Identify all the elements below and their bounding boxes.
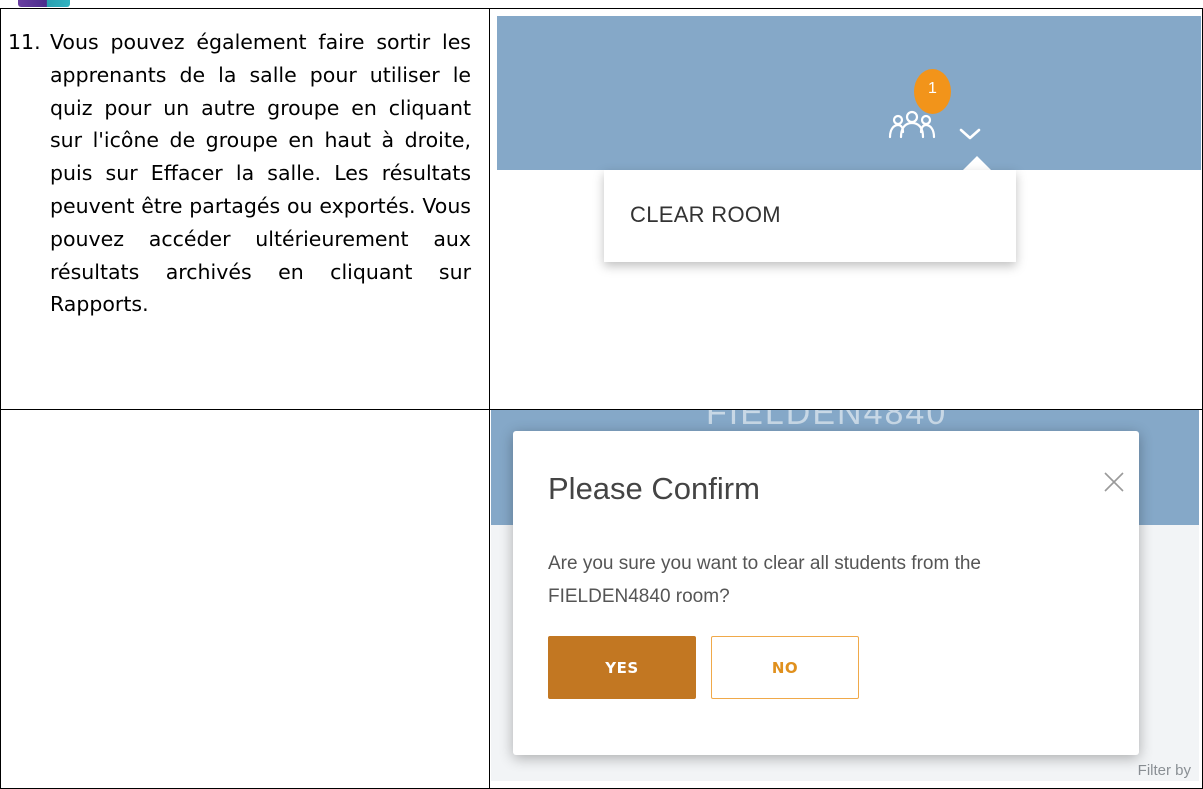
- screenshot-cell: 1 CLEAR ROOM: [489, 8, 1203, 410]
- header-bar: [497, 16, 1201, 170]
- instruction-table: 11. Vous pouvez également faire sortir l…: [0, 8, 1203, 789]
- screenshot-cell: FIELDEN4840 Filter by Please Confirm Are…: [489, 409, 1203, 789]
- step-text: Vous pouvez également faire sortir les a…: [50, 30, 471, 317]
- instruction-cell: 11. Vous pouvez également faire sortir l…: [0, 8, 490, 410]
- dropdown-caret: [963, 156, 991, 170]
- background-filter-label: Filter by: [1137, 762, 1191, 779]
- step-number: 11.: [8, 30, 41, 54]
- table-row: 11. Vous pouvez également faire sortir l…: [0, 8, 1203, 410]
- dialog-message: Are you sure you want to clear all stude…: [548, 553, 981, 607]
- group-icon[interactable]: [887, 110, 937, 140]
- group-dropdown-menu: CLEAR ROOM: [604, 170, 1016, 262]
- chevron-down-icon[interactable]: [958, 126, 982, 142]
- dialog-title: Please Confirm: [548, 471, 760, 506]
- notification-badge: 1: [914, 69, 951, 114]
- table-row: FIELDEN4840 Filter by Please Confirm Are…: [0, 409, 1203, 789]
- close-icon[interactable]: [1102, 470, 1126, 494]
- logo-fragment: [18, 0, 70, 7]
- instruction-item: 11. Vous pouvez également faire sortir l…: [1, 9, 489, 321]
- confirm-dialog-screenshot: FIELDEN4840 Filter by Please Confirm Are…: [491, 410, 1199, 781]
- no-button[interactable]: NO: [711, 636, 859, 699]
- background-room-name: FIELDEN4840: [706, 410, 948, 432]
- clear-room-menu-item[interactable]: CLEAR ROOM: [630, 202, 781, 228]
- confirm-dialog: Please Confirm Are you sure you want to …: [513, 431, 1139, 755]
- yes-button[interactable]: YES: [548, 636, 696, 699]
- empty-cell: [0, 409, 490, 789]
- clear-room-screenshot: 1 CLEAR ROOM: [497, 16, 1201, 401]
